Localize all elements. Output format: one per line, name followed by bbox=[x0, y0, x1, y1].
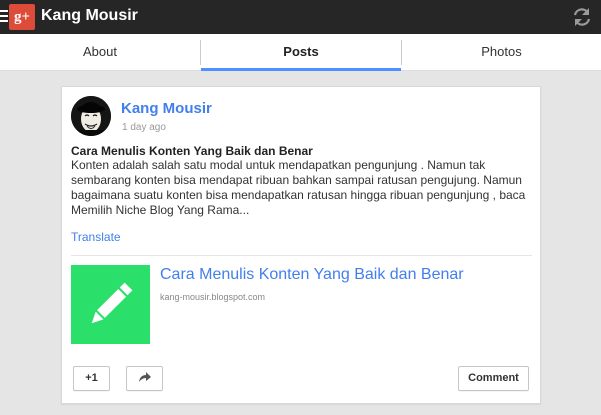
active-tab-indicator bbox=[201, 68, 401, 71]
tab-photos[interactable]: Photos bbox=[402, 34, 601, 71]
refresh-icon[interactable] bbox=[571, 6, 593, 28]
tab-posts[interactable]: Posts bbox=[201, 34, 401, 71]
link-domain: kang-mousir.blogspot.com bbox=[160, 292, 266, 302]
post-card: Kang Mousir 1 day ago Cara Menulis Konte… bbox=[61, 86, 541, 404]
share-icon bbox=[138, 372, 151, 383]
plus-one-button[interactable]: +1 bbox=[73, 366, 110, 391]
tab-bar: About Posts Photos bbox=[0, 34, 601, 71]
comment-button[interactable]: Comment bbox=[458, 366, 529, 391]
post-timestamp[interactable]: 1 day ago bbox=[122, 122, 166, 133]
top-bar: g+ Kang Mousir bbox=[0, 0, 601, 34]
post-body: Konten adalah salah satu modal untuk men… bbox=[71, 158, 526, 217]
tab-about[interactable]: About bbox=[0, 34, 200, 71]
google-plus-logo: g+ bbox=[9, 4, 35, 30]
link-thumbnail[interactable] bbox=[71, 265, 150, 344]
author-name[interactable]: Kang Mousir bbox=[121, 100, 212, 117]
link-title[interactable]: Cara Menulis Konten Yang Baik dan Benar bbox=[160, 266, 464, 284]
pencil-icon bbox=[91, 282, 133, 324]
post-title: Cara Menulis Konten Yang Baik dan Benar bbox=[71, 144, 313, 158]
divider bbox=[71, 255, 532, 256]
avatar[interactable] bbox=[71, 96, 111, 136]
share-button[interactable] bbox=[126, 366, 163, 391]
menu-icon[interactable] bbox=[0, 10, 8, 24]
app-title: Kang Mousir bbox=[41, 7, 138, 24]
translate-link[interactable]: Translate bbox=[71, 230, 121, 244]
